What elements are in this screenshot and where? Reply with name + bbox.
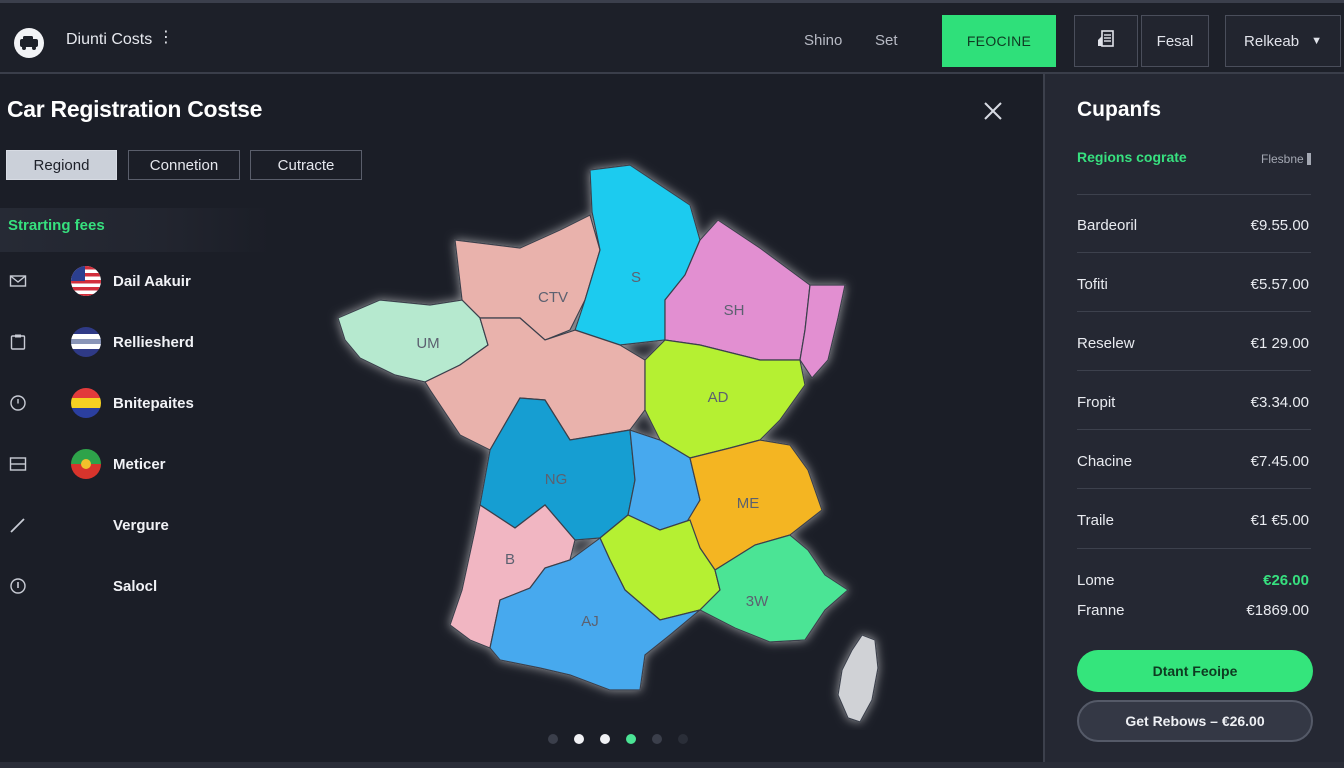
region-label: ME bbox=[737, 495, 760, 512]
clipboard-icon bbox=[9, 333, 27, 351]
pencil-icon bbox=[9, 516, 27, 534]
region-label: AJ bbox=[581, 613, 599, 630]
list-item-name: Salocl bbox=[113, 578, 158, 595]
divider bbox=[1077, 548, 1311, 549]
cost-row-name: Reselew bbox=[1077, 335, 1135, 352]
list-item-name: Vergure bbox=[113, 517, 169, 534]
page-title: Car Registration Costse bbox=[7, 96, 263, 122]
region-label: UM bbox=[416, 335, 439, 352]
carousel-dot[interactable] bbox=[678, 734, 688, 744]
get-rebows-button[interactable]: Get Rebows – €26.00 bbox=[1077, 700, 1313, 742]
list-item[interactable]: Dail Aakuir bbox=[0, 261, 300, 301]
divider bbox=[1077, 252, 1311, 253]
divider bbox=[1077, 311, 1311, 312]
cost-panel-title: Cupanfs bbox=[1077, 98, 1161, 121]
us-flag-icon bbox=[71, 266, 101, 296]
map-region-corsica[interactable] bbox=[837, 634, 879, 723]
carousel-dot[interactable] bbox=[600, 734, 610, 744]
region-label: SH bbox=[724, 302, 745, 319]
region-select[interactable]: Relkeab ▼ bbox=[1225, 15, 1341, 67]
cost-row-name: Bardeoril bbox=[1077, 217, 1138, 234]
striped-flag-icon bbox=[71, 327, 101, 357]
list-item[interactable]: Vergure bbox=[0, 505, 300, 545]
total-row-name: Franne bbox=[1077, 602, 1125, 619]
cost-row-name: Chacine bbox=[1077, 453, 1133, 470]
list-item-name: Relliesherd bbox=[113, 334, 194, 351]
carousel-dots bbox=[548, 734, 688, 744]
card-icon bbox=[9, 455, 27, 473]
list-item[interactable]: Salocl bbox=[0, 566, 300, 606]
tab-regiond[interactable]: Regiond bbox=[6, 150, 117, 180]
sort-label: Flesbne bbox=[1261, 152, 1304, 166]
start-recipe-button[interactable]: Dtant Feoipe bbox=[1077, 650, 1313, 692]
list-item[interactable]: Relliesherd bbox=[0, 322, 300, 362]
carousel-dot-active[interactable] bbox=[626, 734, 636, 744]
cost-row-value: €1 29.00 bbox=[1250, 335, 1309, 352]
car-logo-icon[interactable] bbox=[14, 28, 44, 58]
sort-control[interactable]: Flesbne bbox=[1261, 152, 1311, 166]
france-map-svg: CTV S SH UM AD NG ME B AJ 3W bbox=[337, 164, 879, 723]
info-icon bbox=[9, 577, 27, 595]
region-label: AD bbox=[708, 389, 729, 406]
list-item[interactable]: Meticer bbox=[0, 444, 300, 484]
bottom-edge bbox=[0, 762, 1344, 768]
carousel-dot[interactable] bbox=[548, 734, 558, 744]
list-item-name: Meticer bbox=[113, 456, 166, 473]
divider bbox=[1077, 370, 1311, 371]
tricolor-flag-icon bbox=[71, 388, 101, 418]
nav-link-set[interactable]: Set bbox=[875, 32, 898, 49]
cost-row-name: Traile bbox=[1077, 512, 1114, 529]
cost-row-value: €3.34.00 bbox=[1250, 394, 1309, 411]
cost-row-name: Tofiti bbox=[1077, 276, 1108, 293]
list-item[interactable]: Bnitepaites bbox=[0, 383, 300, 423]
region-label: CTV bbox=[538, 289, 568, 306]
divider bbox=[1077, 429, 1311, 430]
cost-row-value: €9.55.00 bbox=[1250, 217, 1309, 234]
cost-row-name: Fropit bbox=[1077, 394, 1116, 411]
region-select-label: Relkeab bbox=[1244, 32, 1300, 50]
nav-link-shino[interactable]: Shino bbox=[804, 32, 842, 49]
section-label-starting-fees: Strarting fees bbox=[0, 208, 270, 252]
kebab-menu-icon[interactable]: ⋮ bbox=[158, 30, 174, 46]
document-button[interactable] bbox=[1074, 15, 1138, 67]
fesal-button[interactable]: Fesal bbox=[1141, 15, 1209, 67]
cost-row-value: €7.45.00 bbox=[1250, 453, 1309, 470]
top-bar: Diunti Costs ⋮ Shino Set FEOCINE Fesal R… bbox=[0, 0, 1344, 74]
region-label: B bbox=[505, 551, 515, 568]
green-red-flag-icon bbox=[71, 449, 101, 479]
total-row-name: Lome bbox=[1077, 572, 1115, 589]
region-label: 3W bbox=[746, 593, 769, 610]
cost-row-value: €1 €5.00 bbox=[1250, 512, 1309, 529]
region-label: S bbox=[631, 269, 641, 286]
total-row-value: €1869.00 bbox=[1246, 602, 1309, 619]
sort-icon bbox=[1306, 153, 1311, 165]
app-title: Diunti Costs bbox=[66, 31, 153, 48]
chevron-down-icon: ▼ bbox=[1311, 35, 1322, 47]
mail-icon bbox=[9, 272, 27, 290]
cost-summary-panel: Cupanfs Regions cograte Flesbne Bardeori… bbox=[1043, 74, 1344, 768]
list-item-name: Dail Aakuir bbox=[113, 273, 191, 290]
carousel-dot[interactable] bbox=[652, 734, 662, 744]
total-row-value: €26.00 bbox=[1263, 572, 1309, 589]
document-icon bbox=[1095, 28, 1117, 54]
clock-icon bbox=[9, 394, 27, 412]
tab-connetion[interactable]: Connetion bbox=[128, 150, 240, 180]
carousel-dot[interactable] bbox=[574, 734, 584, 744]
cost-row-value: €5.57.00 bbox=[1250, 276, 1309, 293]
region-map: CTV S SH UM AD NG ME B AJ 3W bbox=[300, 150, 920, 730]
region-label: NG bbox=[545, 471, 568, 488]
divider bbox=[1077, 194, 1311, 195]
cost-panel-subtitle: Regions cograte bbox=[1077, 149, 1187, 165]
primary-action-button[interactable]: FEOCINE bbox=[942, 15, 1056, 67]
list-item-name: Bnitepaites bbox=[113, 395, 194, 412]
divider bbox=[1077, 488, 1311, 489]
close-icon[interactable] bbox=[980, 98, 1006, 124]
